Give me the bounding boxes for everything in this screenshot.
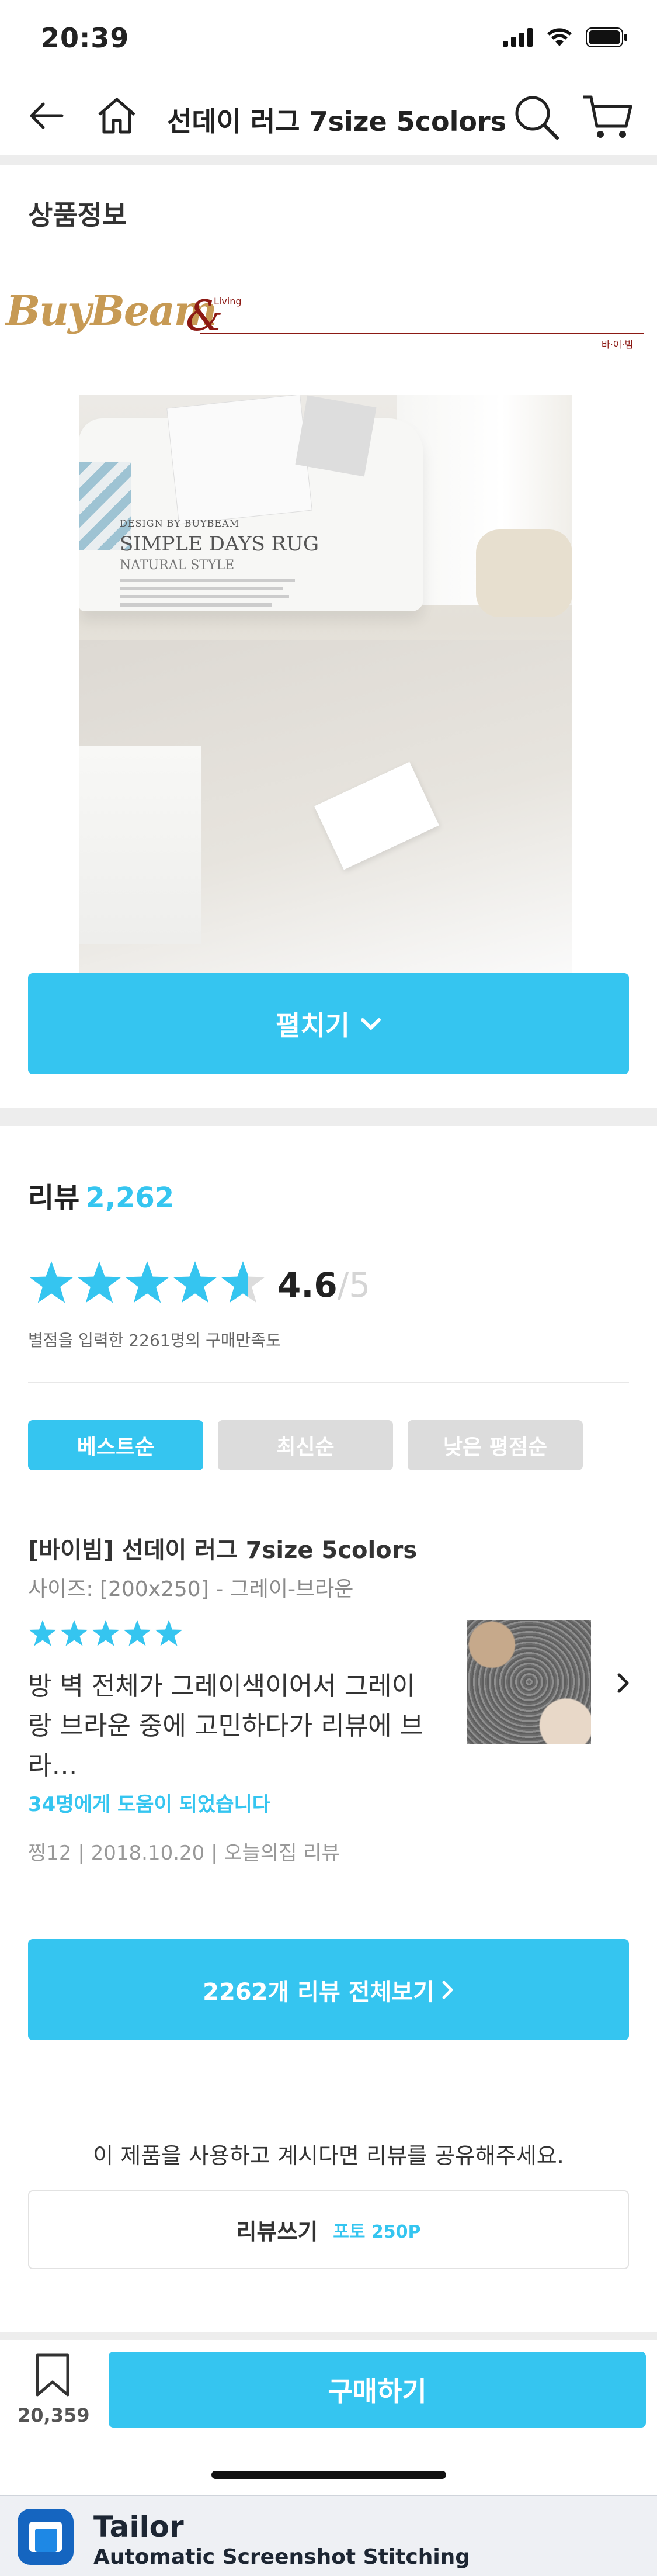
divider [0,155,657,165]
brand-logo: BuyBeam [6,286,217,335]
page-title: 선데이 러그 7size 5colors [167,106,507,137]
review-helpful: 34명에게 도움이 되었습니다 [28,1793,271,1816]
review-star-icon [92,1620,120,1646]
review-body[interactable]: 방 벽 전체가 그레이색이어서 그레이랑 브라운 중에 고민하다가 리뷰에 브라… [28,1667,437,1786]
chevron-right-icon[interactable] [612,1671,635,1695]
battery-icon [586,27,627,47]
sort-tab-latest[interactable]: 최신순 [218,1420,393,1470]
view-all-label: 2262개 리뷰 전체보기 [203,1978,434,2006]
basket [476,529,572,617]
sort-tab-lowest[interactable]: 낮은 평점순 [408,1420,583,1470]
home-indicator [211,2471,446,2479]
brand-line [200,333,644,334]
page: 20:39 선데이 러그 7size 5colors 상품정보 BuyBeam … [0,0,657,2576]
rating-star-icon [173,1261,217,1303]
expand-label: 펼치기 [276,1009,350,1041]
review-stars [28,1619,183,1648]
rating-average: 4.6/5 [277,1265,370,1305]
review-count: 2,262 [85,1182,175,1214]
back-arrow-icon[interactable] [23,92,70,139]
tailor-footer: Tailor Automatic Screenshot Stitching [0,2495,657,2576]
style-label: NATURAL STYLE [120,558,235,573]
product-info-title: 상품정보 [28,199,127,231]
design-by: DESIGN BY BUYBEAM [120,518,239,529]
view-all-reviews-button[interactable]: 2262개 리뷰 전체보기 [28,1939,629,2040]
cart-icon[interactable] [580,92,633,141]
search-icon[interactable] [512,92,561,141]
bookmark-icon[interactable] [34,2353,71,2397]
cushion [166,395,312,525]
rating-subtitle: 별점을 입력한 2261명의 구매만족도 [28,1331,281,1350]
divider [28,1382,629,1383]
write-review-label: 리뷰쓰기 [236,2219,318,2245]
signal-icon [503,28,533,47]
status-bar: 20:39 [0,0,657,75]
caption-body [120,579,342,607]
brand-banner: BuyBeam & Living 바·이·빔 [0,281,657,351]
product-image: DESIGN BY BUYBEAM SIMPLE DAYS RUG NATURA… [79,395,572,974]
rating-value: 4.6 [277,1265,338,1305]
status-time: 20:39 [41,22,130,54]
review-star-icon [29,1620,57,1646]
review-star-icon [123,1620,151,1646]
rating-stars [28,1259,266,1306]
review-option: 사이즈: [200x250] - 그레이-브라운 [28,1577,354,1601]
status-icons [503,26,628,49]
brand-living: Living [214,296,242,307]
expand-button[interactable]: 펼치기 [28,973,629,1074]
divider [0,1108,657,1126]
tailor-app-icon [18,2509,74,2565]
product-name: SIMPLE DAYS RUG [120,532,319,556]
rating-star-icon [77,1261,121,1303]
brand-tag: 바·이·빔 [602,339,634,350]
top-nav: 선데이 러그 7size 5colors [0,76,657,158]
throw-blanket [79,746,201,944]
photo-point-label: 포토 250P [333,2221,421,2242]
bookmark-count: 20,359 [18,2404,90,2426]
review-star-icon [60,1620,88,1646]
chevron-right-icon [442,1981,453,1999]
wifi-icon [547,28,572,46]
review-title: 리뷰 [28,1182,80,1214]
chevron-down-icon [360,1017,381,1030]
sort-tab-best[interactable]: 베스트순 [28,1420,203,1470]
rating-star-icon [125,1261,169,1303]
cushion [295,395,377,477]
rating-of: /5 [337,1265,371,1305]
review-star-icon [155,1620,183,1646]
write-review-button[interactable]: 리뷰쓰기 포토 250P [28,2190,629,2269]
review-header: 리뷰 2,262 [28,1175,174,1216]
share-prompt: 이 제품을 사용하고 계시다면 리뷰를 공유해주세요. [93,2143,564,2169]
rating-star-icon [221,1261,265,1303]
divider [0,2332,657,2340]
review-photo[interactable] [467,1620,591,1744]
home-icon[interactable] [93,92,140,139]
tailor-name: Tailor [93,2510,184,2544]
buy-button[interactable]: 구매하기 [109,2352,646,2428]
rating-star-icon [29,1261,74,1303]
tailor-subtitle: Automatic Screenshot Stitching [93,2545,471,2569]
product-image-caption: DESIGN BY BUYBEAM SIMPLE DAYS RUG NATURA… [120,518,342,607]
review-product-title: [바이빔] 선데이 러그 7size 5colors [28,1537,418,1564]
review-meta: 찡12 | 2018.10.20 | 오늘의집 리뷰 [28,1841,340,1865]
